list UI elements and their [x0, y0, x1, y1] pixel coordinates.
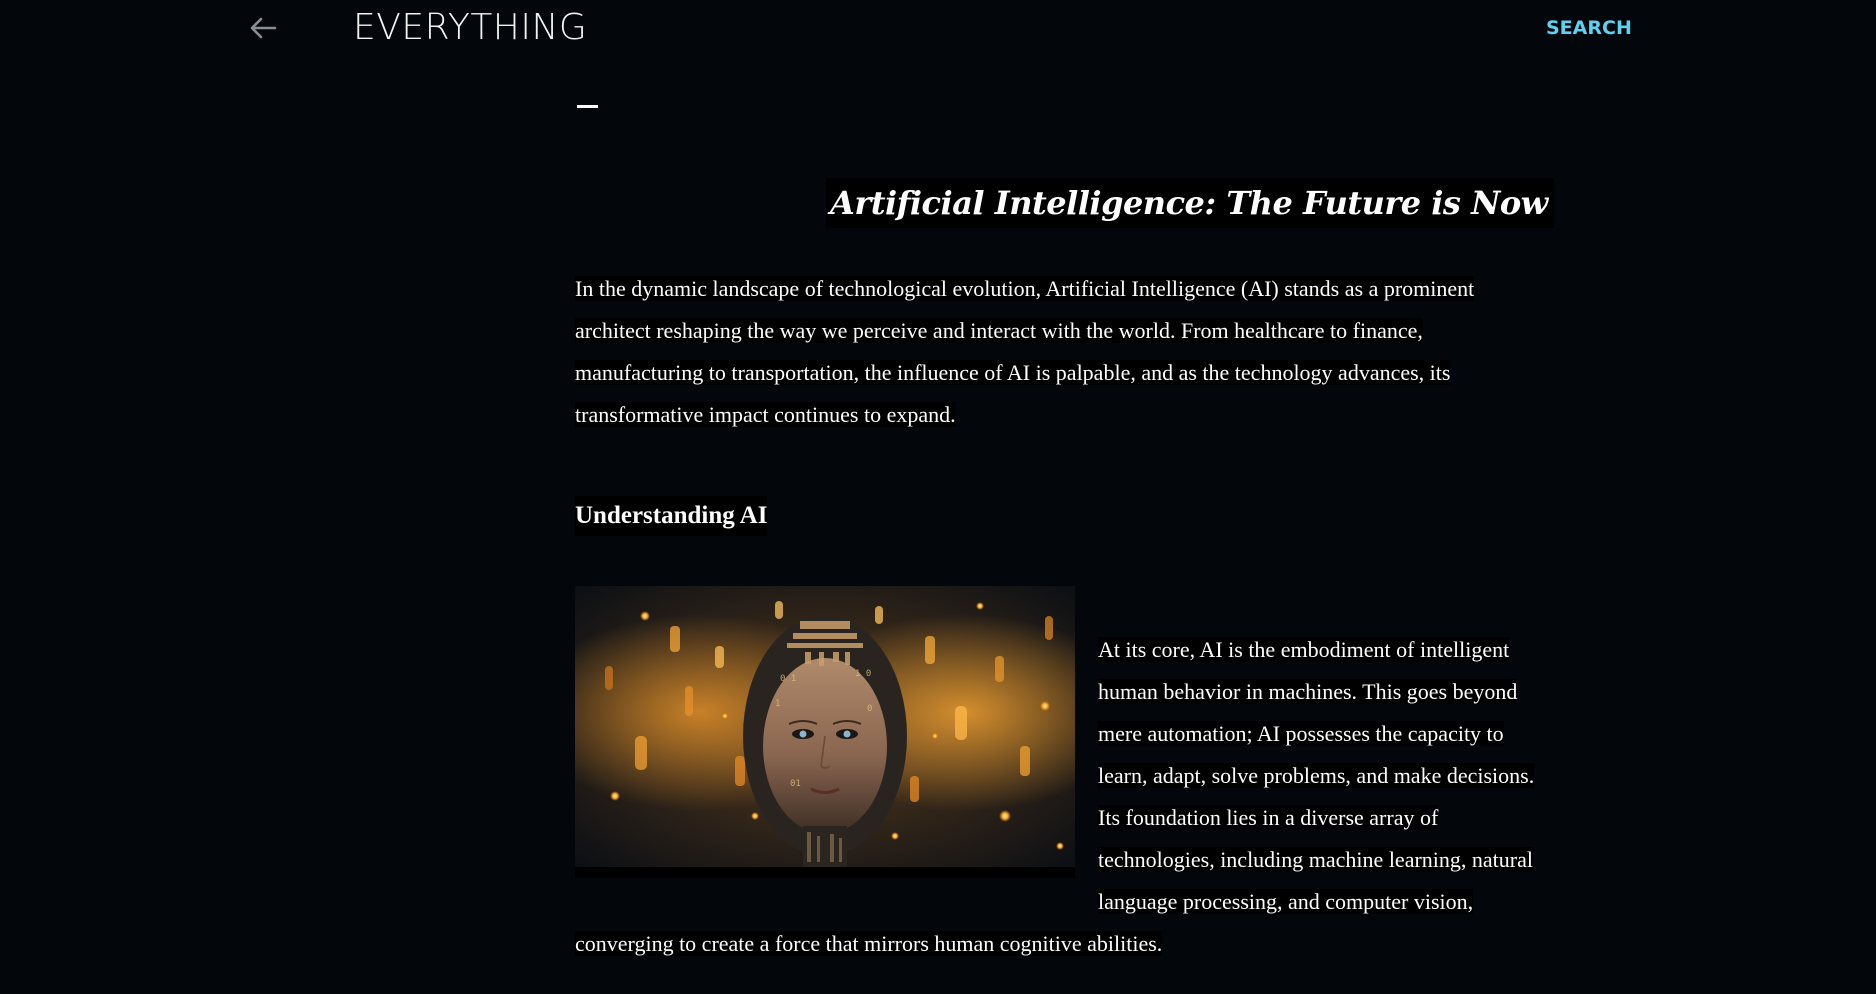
back-button[interactable] — [245, 10, 281, 46]
ai-face-illustration: 0 1 1 0 1 0 01 — [575, 586, 1075, 867]
svg-text:1 0: 1 0 — [855, 669, 871, 679]
section-heading: Understanding AI — [575, 496, 768, 536]
section-line: technologies, including machine learning… — [1098, 847, 1533, 872]
intro-line: architect reshaping the way we perceive … — [575, 318, 1423, 343]
section-paragraph-last-line: converging to create a force that mirror… — [575, 923, 1163, 965]
section-line: converging to create a force that mirror… — [575, 931, 1163, 956]
svg-text:1: 1 — [775, 699, 780, 709]
ai-humanoid-face-image: 0 1 1 0 1 0 01 — [575, 586, 1075, 878]
intro-line: transformative impact continues to expan… — [575, 402, 956, 427]
section-line: language processing, and computer vision… — [1098, 889, 1474, 914]
section-line: mere automation; AI possesses the capaci… — [1098, 721, 1504, 746]
section-line: At its core, AI is the embodiment of int… — [1098, 637, 1510, 662]
page: EVERYTHING SEARCH Artificial Intelligenc… — [0, 0, 1876, 994]
article-title: Artificial Intelligence: The Future is N… — [826, 178, 1554, 228]
arrow-left-icon — [250, 17, 277, 39]
svg-text:0 1: 0 1 — [780, 674, 796, 684]
article-intro: In the dynamic landscape of technologica… — [575, 268, 1585, 436]
svg-text:01: 01 — [790, 779, 801, 789]
section-paragraph: At its core, AI is the embodiment of int… — [1098, 629, 1598, 923]
site-title[interactable]: EVERYTHING — [353, 6, 587, 50]
intro-paragraph: In the dynamic landscape of technologica… — [575, 268, 1585, 436]
title-divider — [577, 105, 598, 108]
section-line: human behavior in machines. This goes be… — [1098, 679, 1518, 704]
section-line: Its foundation lies in a diverse array o… — [1098, 805, 1439, 830]
intro-line: In the dynamic landscape of technologica… — [575, 276, 1475, 301]
svg-text:0: 0 — [867, 704, 872, 714]
intro-line: manufacturing to transportation, the inf… — [575, 360, 1451, 385]
section-line: learn, adapt, solve problems, and make d… — [1098, 763, 1535, 788]
search-button[interactable]: SEARCH — [1546, 15, 1632, 41]
